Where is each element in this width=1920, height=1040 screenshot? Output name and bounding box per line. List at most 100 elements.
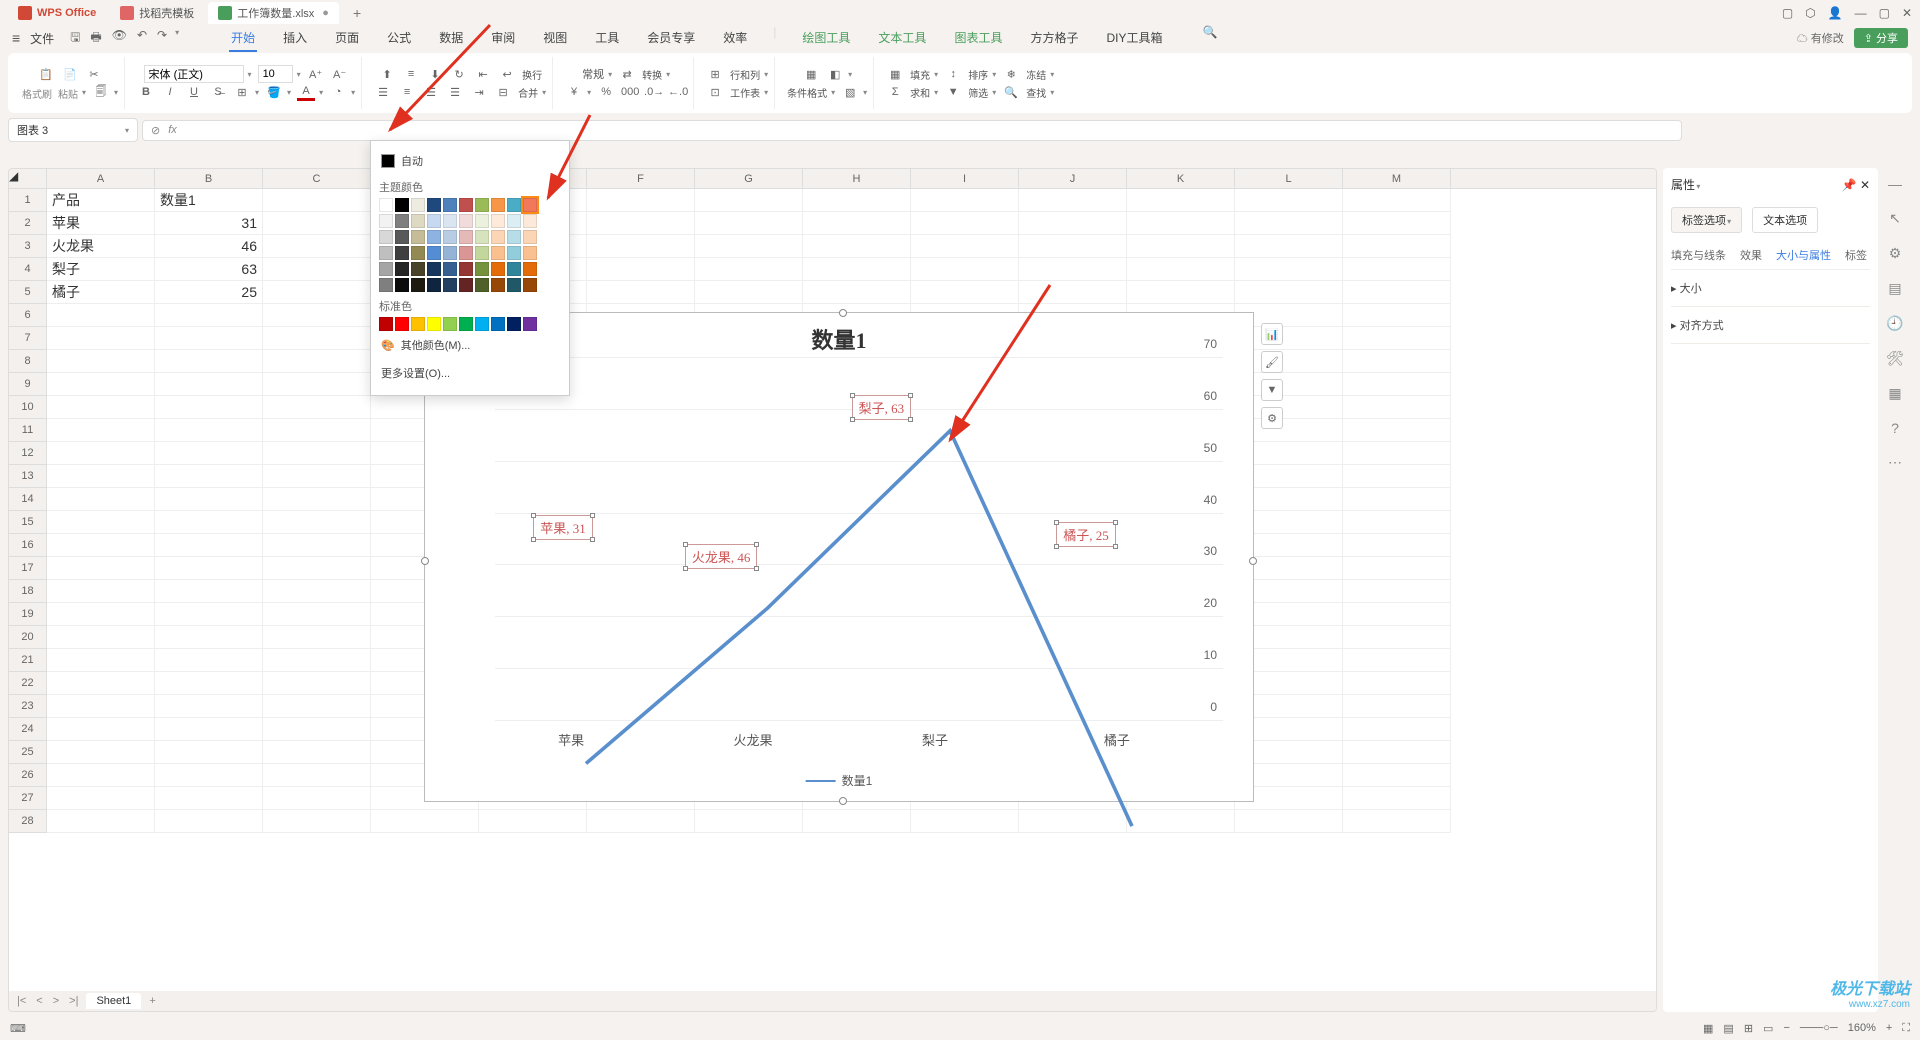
cell[interactable] [155,350,263,373]
rail-more-icon[interactable]: ⋯ [1888,454,1902,471]
template-tab[interactable]: 找稻壳模板 [110,2,204,24]
cell[interactable] [695,212,803,235]
color-swatch[interactable] [491,317,505,331]
color-swatch[interactable] [507,230,521,244]
color-swatch[interactable] [443,214,457,228]
cell[interactable] [1019,189,1127,212]
col-header[interactable]: J [1019,169,1127,188]
cube-icon[interactable]: ⬡ [1805,6,1815,20]
cell[interactable] [911,235,1019,258]
cell[interactable] [263,649,371,672]
cell[interactable] [1235,189,1343,212]
cell[interactable] [155,373,263,396]
color-swatch[interactable] [507,246,521,260]
text-options-tab[interactable]: 文本选项 [1752,207,1818,233]
find-icon[interactable]: 🔍 [1002,83,1020,101]
cell[interactable] [1235,258,1343,281]
cell[interactable] [1343,603,1451,626]
color-swatch[interactable] [459,262,473,276]
inc-decimal-icon[interactable]: .0→ [645,83,663,101]
align-left-icon[interactable]: ☰ [374,83,392,101]
cell[interactable] [155,603,263,626]
color-swatch[interactable] [491,230,505,244]
color-swatch[interactable] [459,214,473,228]
cell[interactable] [263,557,371,580]
subtab-label[interactable]: 标签 [1845,247,1867,263]
changes-indicator[interactable]: ☁ 有修改 [1797,30,1844,46]
cell[interactable] [263,396,371,419]
col-header[interactable]: L [1235,169,1343,188]
color-swatch[interactable] [411,214,425,228]
cell[interactable] [263,787,371,810]
col-header[interactable]: C [263,169,371,188]
color-swatch[interactable] [523,317,537,331]
cell[interactable] [263,488,371,511]
cell[interactable] [263,580,371,603]
color-swatch[interactable] [507,198,521,212]
color-swatch[interactable] [523,198,537,212]
cell[interactable] [47,649,155,672]
rail-collapse-icon[interactable]: — [1888,176,1902,192]
cell[interactable] [1343,810,1451,833]
cell[interactable] [1019,212,1127,235]
chart-filter-icon[interactable]: ▼ [1261,379,1283,401]
cell[interactable] [155,304,263,327]
cell[interactable] [1235,235,1343,258]
tab-diy[interactable]: DIY工具箱 [1104,25,1164,52]
cell[interactable] [263,465,371,488]
color-swatch[interactable] [395,198,409,212]
color-swatch[interactable] [443,230,457,244]
row-header[interactable]: 5 [9,281,47,304]
cell[interactable]: 火龙果 [47,235,155,258]
align-center-icon[interactable]: ≡ [398,83,416,101]
fullscreen-icon[interactable]: ⛶ [1902,1022,1910,1035]
subtab-fill[interactable]: 填充与线条 [1671,247,1726,263]
color-swatch[interactable] [411,230,425,244]
rail-layers-icon[interactable]: ▤ [1888,280,1901,297]
cell[interactable] [1343,212,1451,235]
pin-icon[interactable]: 📌 [1842,178,1857,192]
color-swatch[interactable] [459,317,473,331]
color-swatch[interactable] [491,246,505,260]
color-swatch[interactable] [395,230,409,244]
color-swatch[interactable] [379,317,393,331]
theme-color-grid[interactable] [379,198,561,212]
cell[interactable] [47,810,155,833]
sum-icon[interactable]: Σ [886,83,904,101]
preview-icon[interactable]: 👁 [112,28,127,49]
save-icon[interactable]: 🖫 [70,28,80,49]
color-swatch[interactable] [411,246,425,260]
cell[interactable] [803,235,911,258]
color-swatch[interactable] [491,198,505,212]
color-swatch[interactable] [523,278,537,292]
wps-tab[interactable]: WPS Office [8,3,106,23]
paste-options-icon[interactable]: 🗐 [92,83,110,101]
percent-icon[interactable]: % [597,83,615,101]
row-header[interactable]: 6 [9,304,47,327]
cell[interactable] [1127,258,1235,281]
cell[interactable] [803,258,911,281]
tab-view[interactable]: 视图 [541,25,569,52]
cell[interactable] [911,212,1019,235]
cell[interactable] [695,258,803,281]
fill-color-icon[interactable]: 🪣 [265,83,283,101]
cell[interactable] [587,258,695,281]
cell[interactable] [263,189,371,212]
row-header[interactable]: 25 [9,741,47,764]
color-swatch[interactable] [491,262,505,276]
color-swatch[interactable] [395,246,409,260]
color-swatch[interactable] [427,246,441,260]
row-header[interactable]: 17 [9,557,47,580]
cell[interactable] [155,396,263,419]
cell[interactable] [155,327,263,350]
cell[interactable] [263,672,371,695]
merge-icon[interactable]: ⊟ [494,83,512,101]
cell[interactable]: 橘子 [47,281,155,304]
chart-settings-icon[interactable]: ⚙ [1261,407,1283,429]
maximize-icon[interactable]: ▢ [1879,6,1890,20]
cell[interactable] [803,212,911,235]
print-icon[interactable]: 🖶 [90,28,101,49]
cell[interactable] [47,396,155,419]
row-header[interactable]: 26 [9,764,47,787]
row-header[interactable]: 23 [9,695,47,718]
